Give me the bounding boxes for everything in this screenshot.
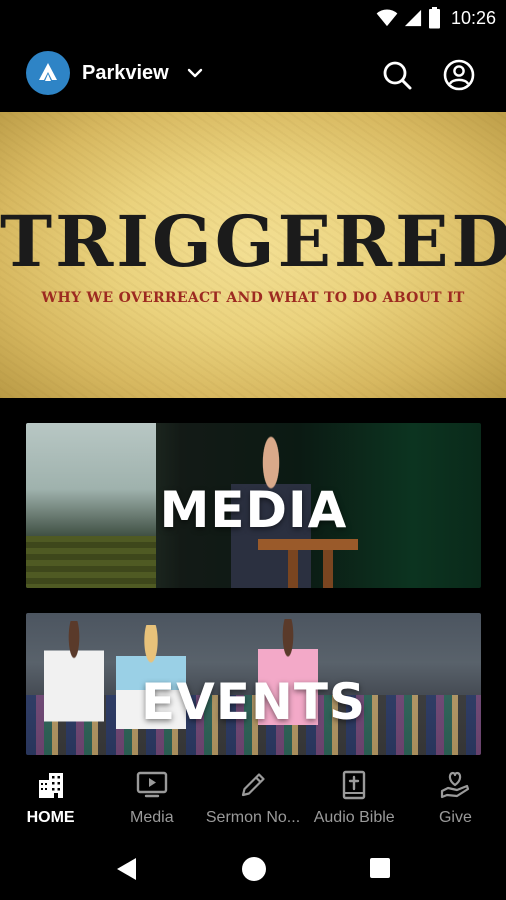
- wifi-icon: [376, 9, 398, 27]
- bible-icon: [338, 769, 370, 801]
- nav-item-audio-bible[interactable]: Audio Bible: [304, 755, 405, 841]
- chevron-down-icon[interactable]: [186, 64, 204, 82]
- mountain-arrow-icon: [39, 63, 57, 81]
- nav-item-home[interactable]: HOME: [0, 755, 101, 841]
- app-bar: Parkview: [0, 36, 506, 112]
- tv-play-icon: [136, 769, 168, 801]
- back-icon[interactable]: [114, 856, 138, 882]
- status-bar: 10:26: [0, 0, 506, 36]
- hero-title: TRIGGERED: [0, 200, 506, 283]
- hero-banner[interactable]: TRIGGERED WHY WE OVERREACT AND WHAT TO D…: [0, 112, 506, 398]
- cellular-signal-icon: [404, 9, 422, 27]
- events-card-label: EVENTS: [141, 673, 366, 731]
- home-circle-icon[interactable]: [242, 857, 266, 881]
- hero-subtitle: WHY WE OVERREACT AND WHAT TO DO ABOUT IT: [41, 290, 465, 306]
- bottom-navigation: HOME Media Sermon No... Audio Bible Give: [0, 755, 506, 841]
- events-card[interactable]: EVENTS: [26, 613, 481, 755]
- media-card-label: MEDIA: [159, 481, 348, 539]
- stage-steps: [26, 536, 156, 588]
- nav-item-media[interactable]: Media: [101, 755, 202, 841]
- status-time: 10:26: [450, 7, 496, 28]
- nav-label: Sermon No...: [205, 809, 301, 826]
- nav-item-give[interactable]: Give: [405, 755, 506, 841]
- recent-apps-icon[interactable]: [370, 858, 390, 878]
- parkview-logo-icon[interactable]: [26, 51, 70, 95]
- home-building-icon: [35, 769, 67, 801]
- nav-item-sermon-notes[interactable]: Sermon No...: [202, 755, 303, 841]
- search-icon[interactable]: [380, 58, 414, 92]
- nav-label: HOME: [26, 809, 75, 826]
- nav-label: Audio Bible: [313, 809, 395, 826]
- podium: [258, 539, 358, 588]
- pencil-icon: [237, 769, 269, 801]
- account-circle-icon[interactable]: [442, 58, 476, 92]
- hand-heart-icon: [439, 769, 471, 801]
- status-icons: 10:26: [376, 6, 496, 30]
- nav-label: Give: [438, 809, 472, 826]
- org-name[interactable]: Parkview: [82, 62, 169, 85]
- system-navigation-bar: [0, 841, 506, 900]
- media-card[interactable]: MEDIA: [26, 423, 481, 588]
- battery-icon: [428, 7, 440, 29]
- nav-label: Media: [130, 809, 174, 826]
